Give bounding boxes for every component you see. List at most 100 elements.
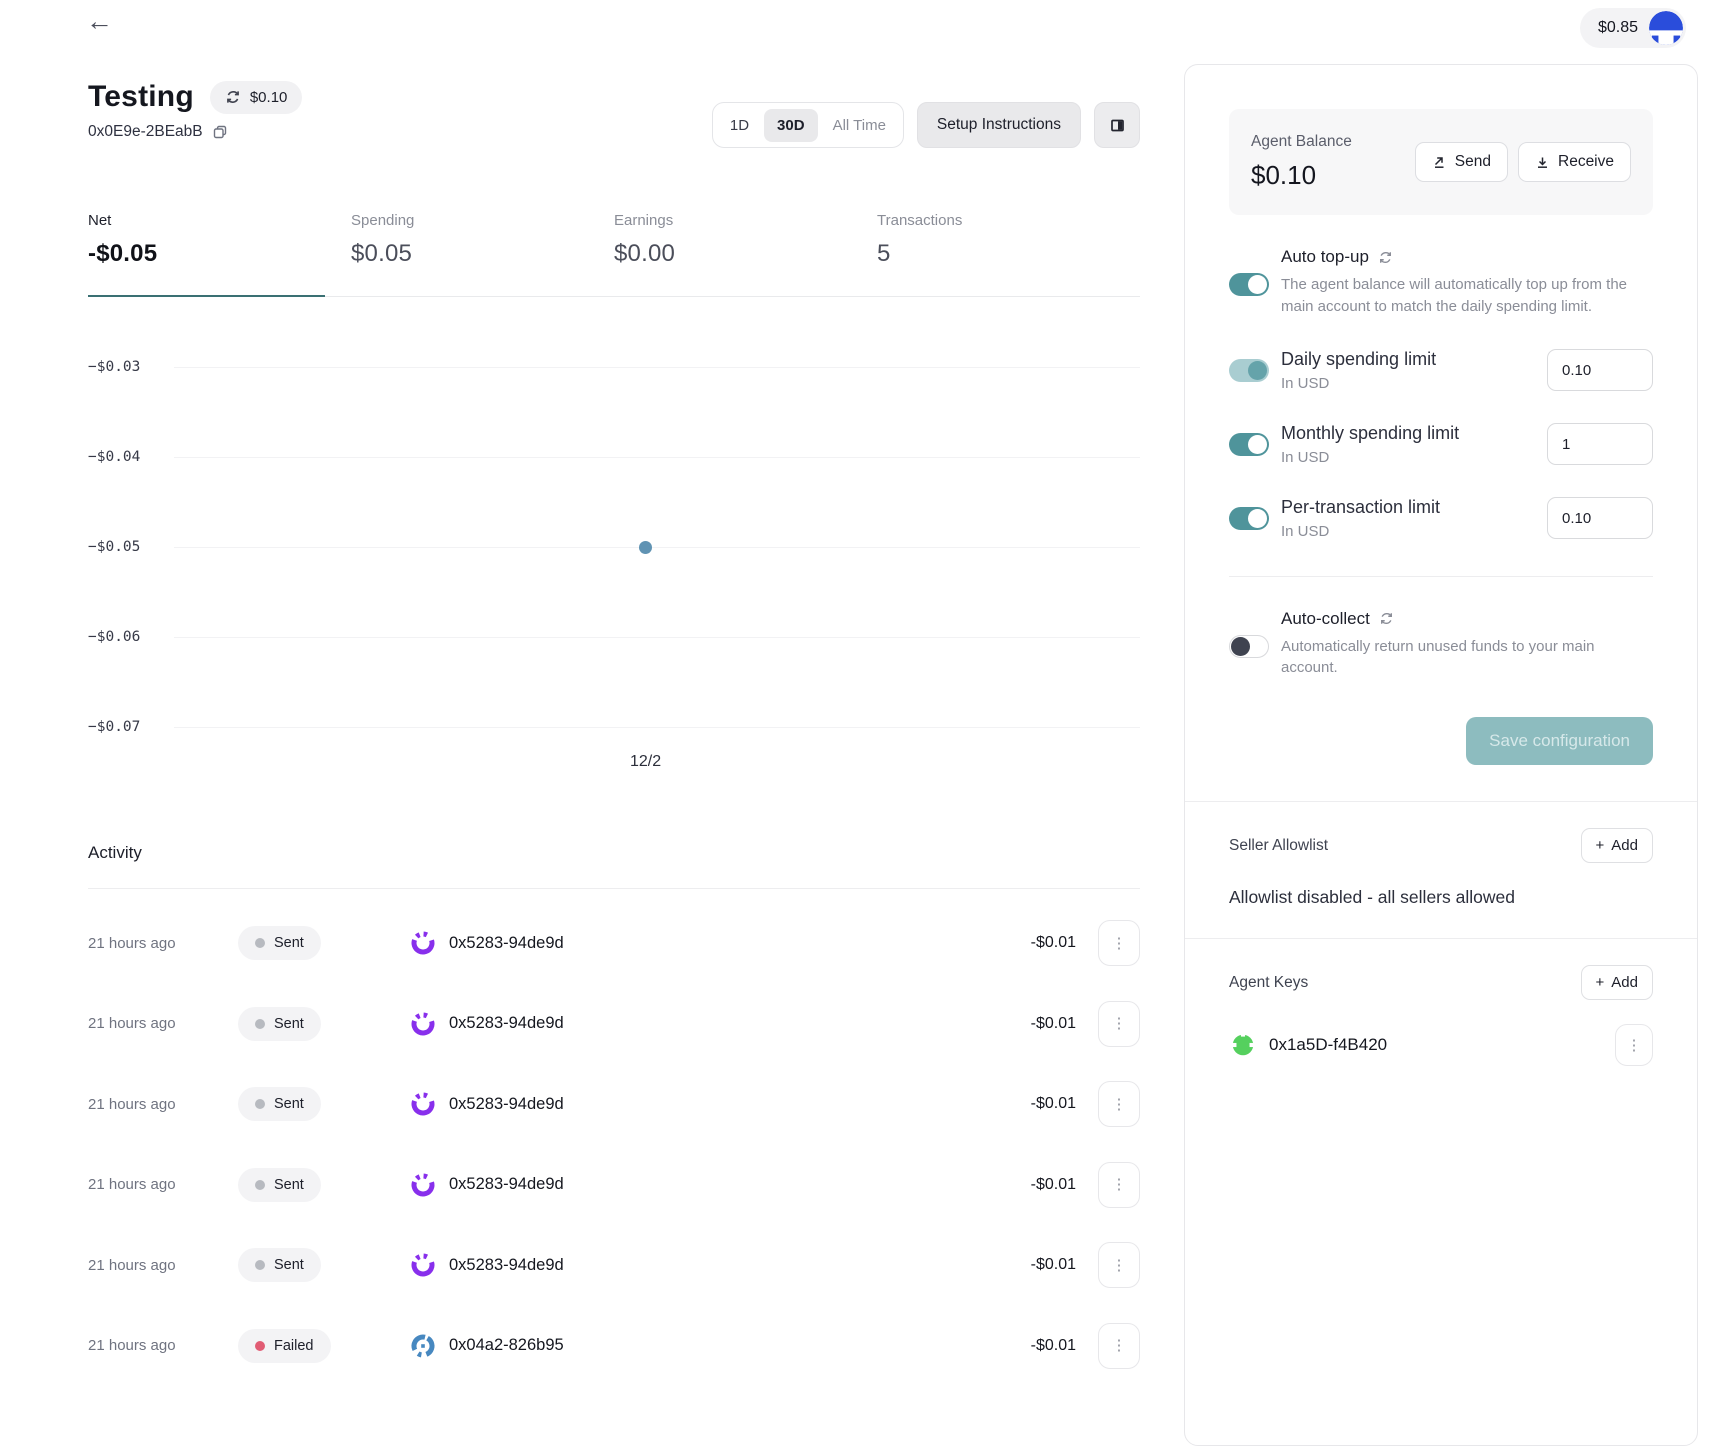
monthly-limit-title: Monthly spending limit	[1281, 423, 1459, 444]
setup-instructions-button[interactable]: Setup Instructions	[917, 102, 1081, 148]
row-timestamp: 21 hours ago	[88, 1176, 238, 1193]
stat-value: $0.00	[614, 240, 877, 268]
refresh-icon	[1378, 250, 1393, 265]
back-button[interactable]: ←	[86, 8, 113, 35]
stats-tabs: Net -$0.05 Spending $0.05 Earnings $0.00…	[88, 212, 1140, 297]
gridline	[174, 637, 1140, 638]
account-balance-pill[interactable]: $0.85	[1580, 8, 1686, 48]
x-tick-label: 12/2	[630, 753, 661, 771]
add-seller-button[interactable]: + Add	[1581, 828, 1653, 863]
side-panel-icon	[1108, 116, 1127, 135]
receive-icon	[1535, 155, 1550, 170]
per-transaction-limit-row: Per-transaction limit In USD	[1229, 497, 1653, 540]
counterparty-address: 0x5283-94de9d	[449, 1095, 564, 1114]
row-timestamp: 21 hours ago	[88, 1015, 238, 1032]
auto-topup-toggle[interactable]	[1229, 273, 1269, 296]
allowlist-status-text: Allowlist disabled - all sellers allowed	[1229, 887, 1653, 908]
status-dot-icon	[255, 1260, 265, 1270]
activity-row[interactable]: 21 hours ago Sent 0x5283-94de9d -$0.01 ⋮	[88, 1064, 1140, 1145]
row-amount: -$0.01	[1031, 1176, 1076, 1194]
row-amount: -$0.01	[1031, 1256, 1076, 1274]
status-dot-icon	[255, 1180, 265, 1190]
per-transaction-limit-title: Per-transaction limit	[1281, 497, 1440, 518]
auto-collect-title: Auto-collect	[1281, 609, 1370, 629]
monthly-limit-toggle[interactable]	[1229, 433, 1269, 456]
stat-tab-transactions[interactable]: Transactions 5	[877, 212, 1140, 297]
status-badge: Sent	[238, 926, 321, 960]
receive-label: Receive	[1558, 153, 1614, 171]
row-menu-button[interactable]: ⋮	[1098, 1081, 1140, 1127]
range-30d-button[interactable]: 30D	[764, 109, 818, 142]
stat-tab-spending[interactable]: Spending $0.05	[351, 212, 614, 297]
row-amount: -$0.01	[1031, 934, 1076, 952]
key-menu-button[interactable]: ⋮	[1615, 1024, 1653, 1066]
status-badge: Sent	[238, 1168, 321, 1202]
row-timestamp: 21 hours ago	[88, 1337, 238, 1354]
status-dot-icon	[255, 938, 265, 948]
seller-identicon-purple	[410, 1172, 436, 1198]
per-transaction-limit-toggle[interactable]	[1229, 507, 1269, 530]
status-badge: Failed	[238, 1329, 331, 1363]
activity-row[interactable]: 21 hours ago Sent 0x5283-94de9d -$0.01 ⋮	[88, 1225, 1140, 1306]
row-menu-button[interactable]: ⋮	[1098, 1001, 1140, 1047]
stat-tab-earnings[interactable]: Earnings $0.00	[614, 212, 877, 297]
row-menu-button[interactable]: ⋮	[1098, 920, 1140, 966]
daily-limit-input[interactable]	[1547, 349, 1653, 391]
activity-title: Activity	[88, 843, 1140, 889]
add-label: Add	[1611, 974, 1638, 991]
status-dot-icon	[255, 1099, 265, 1109]
status-badge: Sent	[238, 1248, 321, 1282]
status-label: Sent	[274, 1177, 304, 1193]
row-amount: -$0.01	[1031, 1095, 1076, 1113]
y-tick-label: −$0.04	[88, 449, 174, 465]
activity-row[interactable]: 21 hours ago Sent 0x5283-94de9d -$0.01 ⋮	[88, 984, 1140, 1065]
row-timestamp: 21 hours ago	[88, 1257, 238, 1274]
copy-address-button[interactable]	[212, 124, 228, 140]
daily-limit-toggle[interactable]	[1229, 359, 1269, 382]
save-configuration-button[interactable]: Save configuration	[1466, 717, 1653, 765]
chart-data-point[interactable]	[639, 541, 652, 554]
send-button[interactable]: Send	[1415, 142, 1508, 182]
activity-row[interactable]: 21 hours ago Sent 0x5283-94de9d -$0.01 ⋮	[88, 1145, 1140, 1226]
counterparty-address: 0x5283-94de9d	[449, 934, 564, 953]
activity-row[interactable]: 21 hours ago Failed 0x04a2-826b95 -$0.01…	[88, 1306, 1140, 1387]
agent-key-row[interactable]: 0x1a5D-f4B420 ⋮	[1229, 1024, 1653, 1066]
stat-tab-net[interactable]: Net -$0.05	[88, 212, 351, 297]
row-menu-button[interactable]: ⋮	[1098, 1162, 1140, 1208]
refresh-icon	[1379, 611, 1394, 626]
stat-value: $0.05	[351, 240, 614, 268]
range-1d-button[interactable]: 1D	[717, 109, 762, 142]
y-tick-label: −$0.03	[88, 359, 174, 375]
y-gridline-row: −$0.07	[88, 717, 1140, 737]
counterparty-address: 0x5283-94de9d	[449, 1014, 564, 1033]
config-section: Agent Balance $0.10 Send	[1185, 65, 1697, 801]
activity-row[interactable]: 21 hours ago Sent 0x5283-94de9d -$0.01 ⋮	[88, 903, 1140, 984]
status-label: Sent	[274, 1016, 304, 1032]
agent-balance-card: Agent Balance $0.10 Send	[1229, 109, 1653, 215]
agent-balance-value: $0.10	[1251, 160, 1352, 191]
row-menu-button[interactable]: ⋮	[1098, 1242, 1140, 1288]
app-root: ← $0.85 Testing	[0, 0, 1730, 1452]
add-label: Add	[1611, 837, 1638, 854]
monthly-limit-input[interactable]	[1547, 423, 1653, 465]
status-label: Sent	[274, 935, 304, 951]
status-dot-icon	[255, 1341, 265, 1351]
y-tick-label: −$0.07	[88, 719, 174, 735]
add-agent-key-button[interactable]: + Add	[1581, 965, 1653, 1000]
status-badge: Sent	[238, 1007, 321, 1041]
balance-refresh-badge[interactable]: $0.10	[210, 81, 303, 114]
agent-config-panel: Agent Balance $0.10 Send	[1184, 64, 1698, 1446]
per-transaction-limit-input[interactable]	[1547, 497, 1653, 539]
toggle-panel-button[interactable]	[1094, 102, 1140, 148]
seller-identicon-purple	[410, 1011, 436, 1037]
range-alltime-button[interactable]: All Time	[820, 109, 899, 142]
auto-topup-title: Auto top-up	[1281, 247, 1369, 267]
row-menu-button[interactable]: ⋮	[1098, 1323, 1140, 1369]
counterparty-address: 0x5283-94de9d	[449, 1175, 564, 1194]
agent-balance-label: Agent Balance	[1251, 133, 1352, 151]
time-range-switcher: 1D 30D All Time	[712, 102, 904, 148]
activity-list: 21 hours ago Sent 0x5283-94de9d -$0.01 ⋮	[88, 889, 1140, 1386]
y-gridline-row: −$0.05	[88, 537, 1140, 557]
receive-button[interactable]: Receive	[1518, 142, 1631, 182]
auto-collect-toggle[interactable]	[1229, 635, 1269, 658]
